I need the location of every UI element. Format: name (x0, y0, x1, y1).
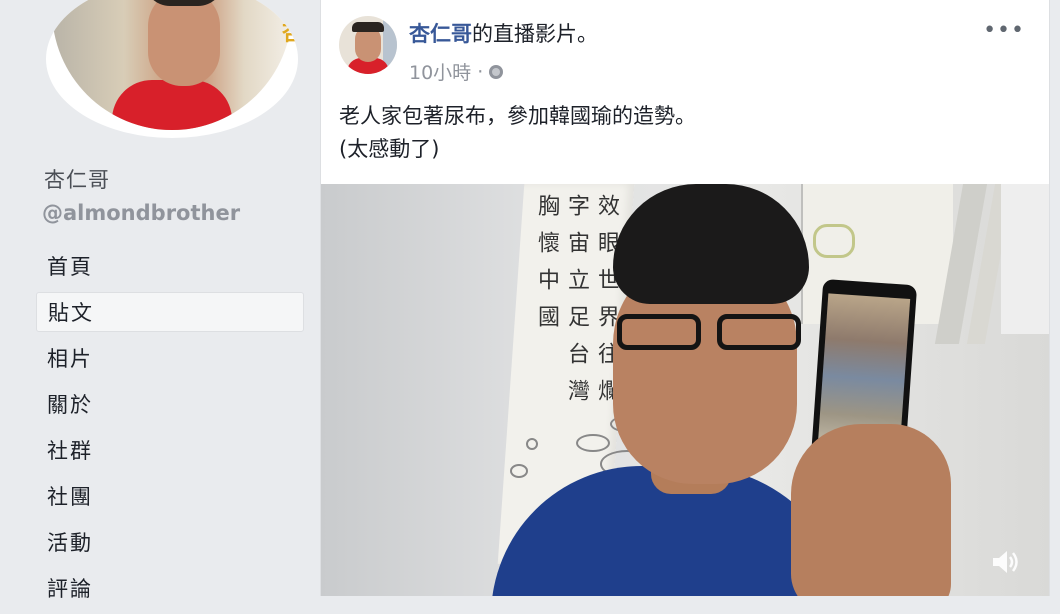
profile-photo-face (148, 0, 220, 86)
glasses-lens-right (717, 314, 801, 350)
profile-photo-shirt (112, 80, 232, 130)
post-author-link[interactable]: 杏仁哥 (409, 22, 472, 46)
video-person-hand (791, 424, 951, 596)
nav-item-community[interactable]: 社群 (36, 430, 304, 470)
post-meta: 10小時 · (409, 58, 504, 85)
nav-item-groups[interactable]: 社團 (36, 476, 304, 516)
page-nav: 首頁 貼文 相片 關於 社群 社團 活動 評論 (36, 246, 304, 614)
post-text-line-1: 老人家包著尿布，參加韓國瑜的造勢。 (339, 104, 696, 128)
nav-item-reviews[interactable]: 評論 (36, 568, 304, 608)
nav-item-photos[interactable]: 相片 (36, 338, 304, 378)
nav-item-home[interactable]: 首頁 (36, 246, 304, 286)
post-card: 杏仁哥的直播影片。 10小時 · ••• 老人家包著尿布，參加韓國瑜的造勢。 (… (320, 0, 1050, 596)
nav-item-posts[interactable]: 貼文 (36, 292, 304, 332)
profile-photo-sign: 山 杏 (282, 0, 298, 46)
nav-item-events[interactable]: 活動 (36, 522, 304, 562)
glasses-lens-left (617, 314, 701, 350)
video-person-glasses (617, 314, 817, 354)
post-header: 杏仁哥的直播影片。 (409, 18, 598, 48)
profile-photo (52, 0, 292, 130)
live-video-player[interactable]: 效 眼 世 界 往 爛 字 宙 立 足 台 灣 胸 懷 中 國 (321, 184, 1049, 596)
profile-picture[interactable]: 山 杏 (46, 0, 298, 138)
meta-separator: · (477, 60, 484, 83)
page-name[interactable]: 杏仁哥 (44, 164, 110, 194)
video-calligraphy-text: 效 眼 世 界 往 爛 字 宙 立 足 台 灣 胸 懷 中 國 (534, 194, 619, 405)
volume-icon[interactable] (989, 546, 1021, 578)
post-timestamp[interactable]: 10小時 (409, 58, 471, 85)
author-avatar[interactable] (339, 16, 397, 74)
video-window (1001, 184, 1049, 334)
globe-icon[interactable] (489, 64, 504, 79)
post-text-line-2: (太感動了) (339, 137, 440, 161)
nav-item-about[interactable]: 關於 (36, 384, 304, 424)
post-action-text: 的直播影片。 (472, 22, 598, 46)
avatar-hair (352, 22, 384, 32)
post-text: 老人家包著尿布，參加韓國瑜的造勢。 (太感動了) (339, 100, 696, 166)
page-handle[interactable]: @almondbrother (42, 201, 240, 225)
more-options-icon[interactable]: ••• (983, 18, 1025, 43)
poster-mark (813, 224, 855, 258)
